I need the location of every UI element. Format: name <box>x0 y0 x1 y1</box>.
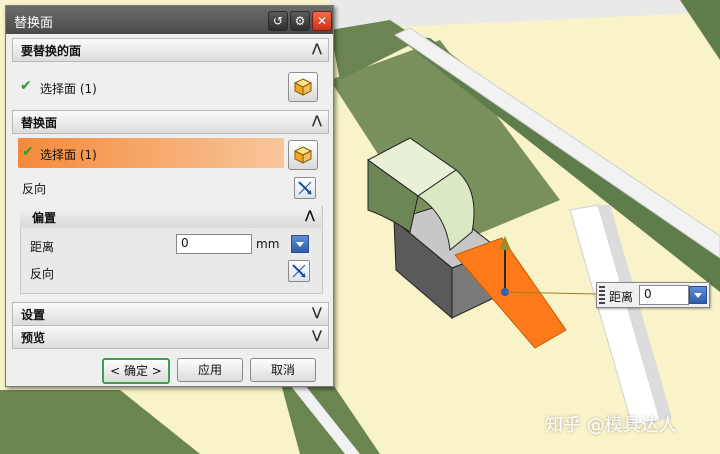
chevron-up-icon[interactable]: ⋀ <box>305 208 315 222</box>
dialog-title: 替换面 <box>14 16 54 31</box>
checkmark-icon: ✔ <box>20 78 32 94</box>
gear-icon[interactable]: ⚙ <box>290 11 310 31</box>
replacement-select-face-label: 选择面 (1) <box>40 148 97 162</box>
floating-distance-value: 0 <box>644 287 652 301</box>
chevron-down-icon[interactable]: ⋁ <box>312 328 322 342</box>
floating-distance-label: 距离 <box>609 290 634 304</box>
apply-button[interactable]: 应用 <box>177 358 243 382</box>
dialog-titlebar[interactable]: 替换面 ↺ ⚙ ✕ <box>6 6 333 34</box>
distance-unit: mm <box>256 237 280 251</box>
replace-face-dialog: 替换面 ↺ ⚙ ✕ 要替换的面 ⋀ ✔ 选择面 (1) 替换面 ⋀ ✔ 选择面 … <box>5 5 334 387</box>
chevron-down-icon[interactable]: ⋁ <box>312 305 322 319</box>
section-header-offset[interactable]: 偏置 ⋀ <box>20 206 321 228</box>
offset-reverse-button[interactable] <box>288 260 310 282</box>
section-title-settings: 设置 <box>21 308 46 322</box>
distance-dropdown-button[interactable] <box>291 235 309 253</box>
checkmark-icon: ✔ <box>22 144 34 160</box>
floating-distance-dropdown-button[interactable] <box>689 286 707 304</box>
distance-label: 距离 <box>30 240 55 254</box>
offset-reverse-label: 反向 <box>30 267 55 281</box>
select-face-row: ✔ 选择面 (1) <box>20 72 320 102</box>
reset-icon[interactable]: ↺ <box>268 11 288 31</box>
section-title-preview: 预览 <box>21 331 46 345</box>
reverse-direction-icon <box>292 264 306 278</box>
section-title-replacement-face: 替换面 <box>21 116 58 130</box>
section-header-settings[interactable]: 设置 ⋁ <box>12 302 329 326</box>
select-face-label: 选择面 (1) <box>40 82 97 96</box>
distance-value: 0 <box>181 236 189 250</box>
select-replacement-face-button[interactable] <box>288 140 318 170</box>
chevron-up-icon[interactable]: ⋀ <box>312 41 322 55</box>
cancel-button[interactable]: 取消 <box>250 358 316 382</box>
watermark: 知乎 @模具达人 <box>545 415 677 436</box>
select-face-button[interactable] <box>288 72 318 102</box>
distance-input[interactable]: 0 <box>176 234 252 254</box>
drag-handle-icon[interactable] <box>599 286 605 304</box>
floating-distance-input[interactable]: 0 <box>639 285 689 305</box>
reverse-direction-label: 反向 <box>22 182 47 196</box>
cube-select-icon <box>293 78 313 96</box>
section-title-face-to-replace: 要替换的面 <box>21 44 82 58</box>
close-icon[interactable]: ✕ <box>312 11 332 31</box>
section-header-replacement-face[interactable]: 替换面 ⋀ <box>12 110 329 134</box>
reverse-direction-icon <box>298 181 312 195</box>
cube-select-icon <box>293 146 313 164</box>
floating-distance-widget: 距离 0 <box>596 282 710 308</box>
ok-button[interactable]: < 确定 > <box>102 358 170 384</box>
section-header-preview[interactable]: 预览 ⋁ <box>12 325 329 349</box>
chevron-up-icon[interactable]: ⋀ <box>312 113 322 127</box>
section-header-face-to-replace[interactable]: 要替换的面 ⋀ <box>12 38 329 62</box>
replacement-face-selection-row[interactable]: ✔ 选择面 (1) <box>18 138 284 168</box>
reverse-direction-button[interactable] <box>294 177 316 199</box>
section-title-offset: 偏置 <box>32 211 57 225</box>
